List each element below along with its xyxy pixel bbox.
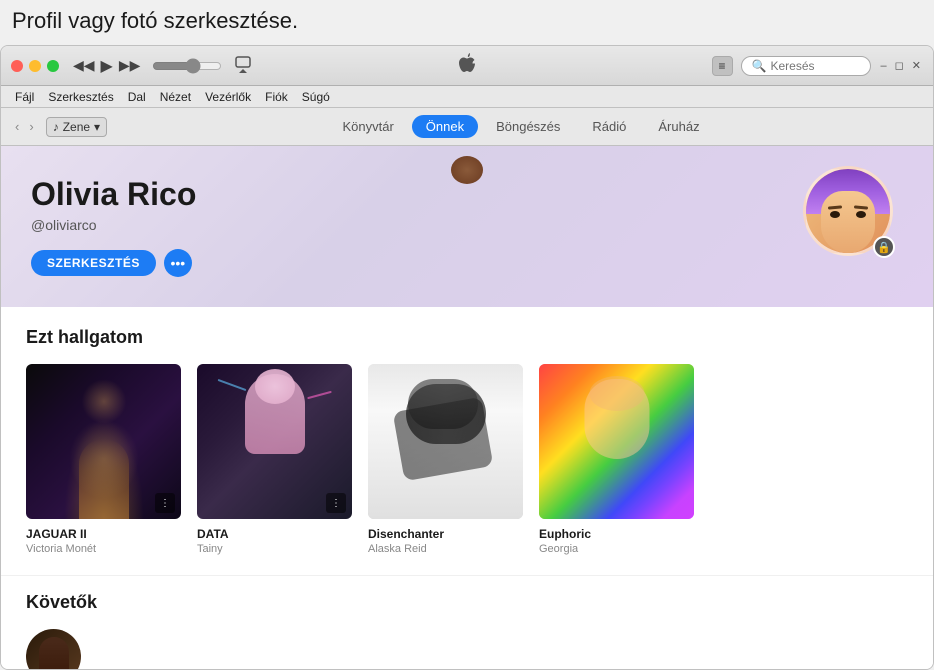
- profile-handle: @oliviarco: [31, 217, 903, 233]
- window-fullscreen-btn[interactable]: ◻: [893, 59, 906, 72]
- forward-button[interactable]: ▶▶: [119, 57, 141, 74]
- menu-item-sugo[interactable]: Súgó: [296, 88, 336, 106]
- menu-item-fajl[interactable]: Fájl: [9, 88, 40, 106]
- menu-item-vezerlok[interactable]: Vezérlők: [199, 88, 257, 106]
- forward-nav-button[interactable]: ›: [25, 117, 37, 136]
- list-view-button[interactable]: ≡: [712, 56, 733, 76]
- album-item-euphoric[interactable]: Euphoric Georgia: [539, 364, 694, 555]
- window-action-buttons: – ◻ ✕: [879, 59, 923, 72]
- album-artist-data: Tainy: [197, 543, 352, 555]
- volume-slider[interactable]: [152, 58, 222, 74]
- profile-buttons: SZERKESZTÉS •••: [31, 249, 903, 277]
- albums-grid: ⋮ JAGUAR II Victoria Monét ⋮ DAT: [26, 364, 908, 555]
- album-title-euphoric: Euphoric: [539, 527, 694, 541]
- nav-tabs: Könyvtár Önnek Böngészés Rádió Áruház: [328, 115, 713, 138]
- listening-section-title: Ezt hallgatom: [26, 327, 908, 348]
- nav-arrows: ‹ ›: [11, 117, 38, 136]
- source-selector[interactable]: ♪ Zene ▾: [46, 117, 107, 137]
- source-label: Zene: [63, 120, 90, 134]
- menu-item-szerkesztes[interactable]: Szerkesztés: [42, 88, 119, 106]
- apple-logo: [458, 53, 476, 78]
- title-bar-right: ≡ 🔍 – ◻ ✕: [712, 56, 924, 76]
- menu-bar: Fájl Szerkesztés Dal Nézet Vezérlők Fiók…: [1, 86, 933, 108]
- avatar-lock-icon: 🔒: [873, 236, 895, 258]
- instruction-text: Profil vagy fotó szerkesztése.: [12, 8, 298, 34]
- main-content: Olivia Rico @oliviarco SZERKESZTÉS •••: [1, 146, 933, 669]
- tab-aruhaz[interactable]: Áruház: [644, 115, 713, 138]
- album-artist-disenchanter: Alaska Reid: [368, 543, 523, 555]
- window-minimize-btn[interactable]: –: [879, 59, 889, 72]
- album-artist-jaguar: Victoria Monét: [26, 543, 181, 555]
- followers-section-title: Követők: [26, 592, 908, 613]
- album-title-disenchanter: Disenchanter: [368, 527, 523, 541]
- back-button[interactable]: ◀◀: [73, 57, 95, 74]
- chevron-down-icon: ▾: [94, 120, 100, 134]
- window-controls: [11, 60, 59, 72]
- nav-bar: ‹ › ♪ Zene ▾ Könyvtár Önnek Böngészés Rá…: [1, 108, 933, 146]
- maximize-button[interactable]: [47, 60, 59, 72]
- itunes-window: ◀◀ ▶ ▶▶ ≡ 🔍 – ◻: [0, 45, 934, 670]
- play-button[interactable]: ▶: [101, 56, 113, 76]
- followers-section: Követők: [1, 575, 933, 669]
- title-bar: ◀◀ ▶ ▶▶ ≡ 🔍 – ◻: [1, 46, 933, 86]
- more-options-button[interactable]: •••: [164, 249, 192, 277]
- window-close-btn[interactable]: ✕: [910, 59, 923, 72]
- album-cover-euphoric: [539, 364, 694, 519]
- menu-item-dal[interactable]: Dal: [122, 88, 152, 106]
- search-input[interactable]: [770, 59, 870, 73]
- edit-profile-button[interactable]: SZERKESZTÉS: [31, 250, 156, 276]
- back-nav-button[interactable]: ‹: [11, 117, 23, 136]
- album-artist-euphoric: Georgia: [539, 543, 694, 555]
- album-title-jaguar: JAGUAR II: [26, 527, 181, 541]
- follower-avatar[interactable]: [26, 629, 81, 669]
- album-title-data: DATA: [197, 527, 352, 541]
- menu-item-fiok[interactable]: Fiók: [259, 88, 294, 106]
- album-item-disenchanter[interactable]: Disenchanter Alaska Reid: [368, 364, 523, 555]
- search-icon: 🔍: [752, 59, 767, 73]
- tab-bongeszes[interactable]: Böngészés: [482, 115, 574, 138]
- album-cover-disenchanter: [368, 364, 523, 519]
- avatar-container: 🔒: [803, 166, 893, 256]
- tab-radio[interactable]: Rádió: [578, 115, 640, 138]
- close-button[interactable]: [11, 60, 23, 72]
- airplay-button[interactable]: [234, 55, 252, 76]
- album-menu-btn-data[interactable]: ⋮: [326, 493, 346, 513]
- transport-controls: ◀◀ ▶ ▶▶: [73, 55, 252, 76]
- tab-konyvtar[interactable]: Könyvtár: [328, 115, 407, 138]
- minimize-button[interactable]: [29, 60, 41, 72]
- album-item-jaguar[interactable]: ⋮ JAGUAR II Victoria Monét: [26, 364, 181, 555]
- search-box: 🔍: [741, 56, 871, 76]
- menu-item-nezet[interactable]: Nézet: [154, 88, 197, 106]
- listening-section: Ezt hallgatom ⋮ JAGUAR II Victoria Monét: [1, 307, 933, 575]
- music-note-icon: ♪: [53, 120, 59, 134]
- tab-onnek[interactable]: Önnek: [412, 115, 478, 138]
- album-cover-data: ⋮: [197, 364, 352, 519]
- album-item-data[interactable]: ⋮ DATA Tainy: [197, 364, 352, 555]
- album-cover-jaguar: ⋮: [26, 364, 181, 519]
- album-menu-btn-jaguar[interactable]: ⋮: [155, 493, 175, 513]
